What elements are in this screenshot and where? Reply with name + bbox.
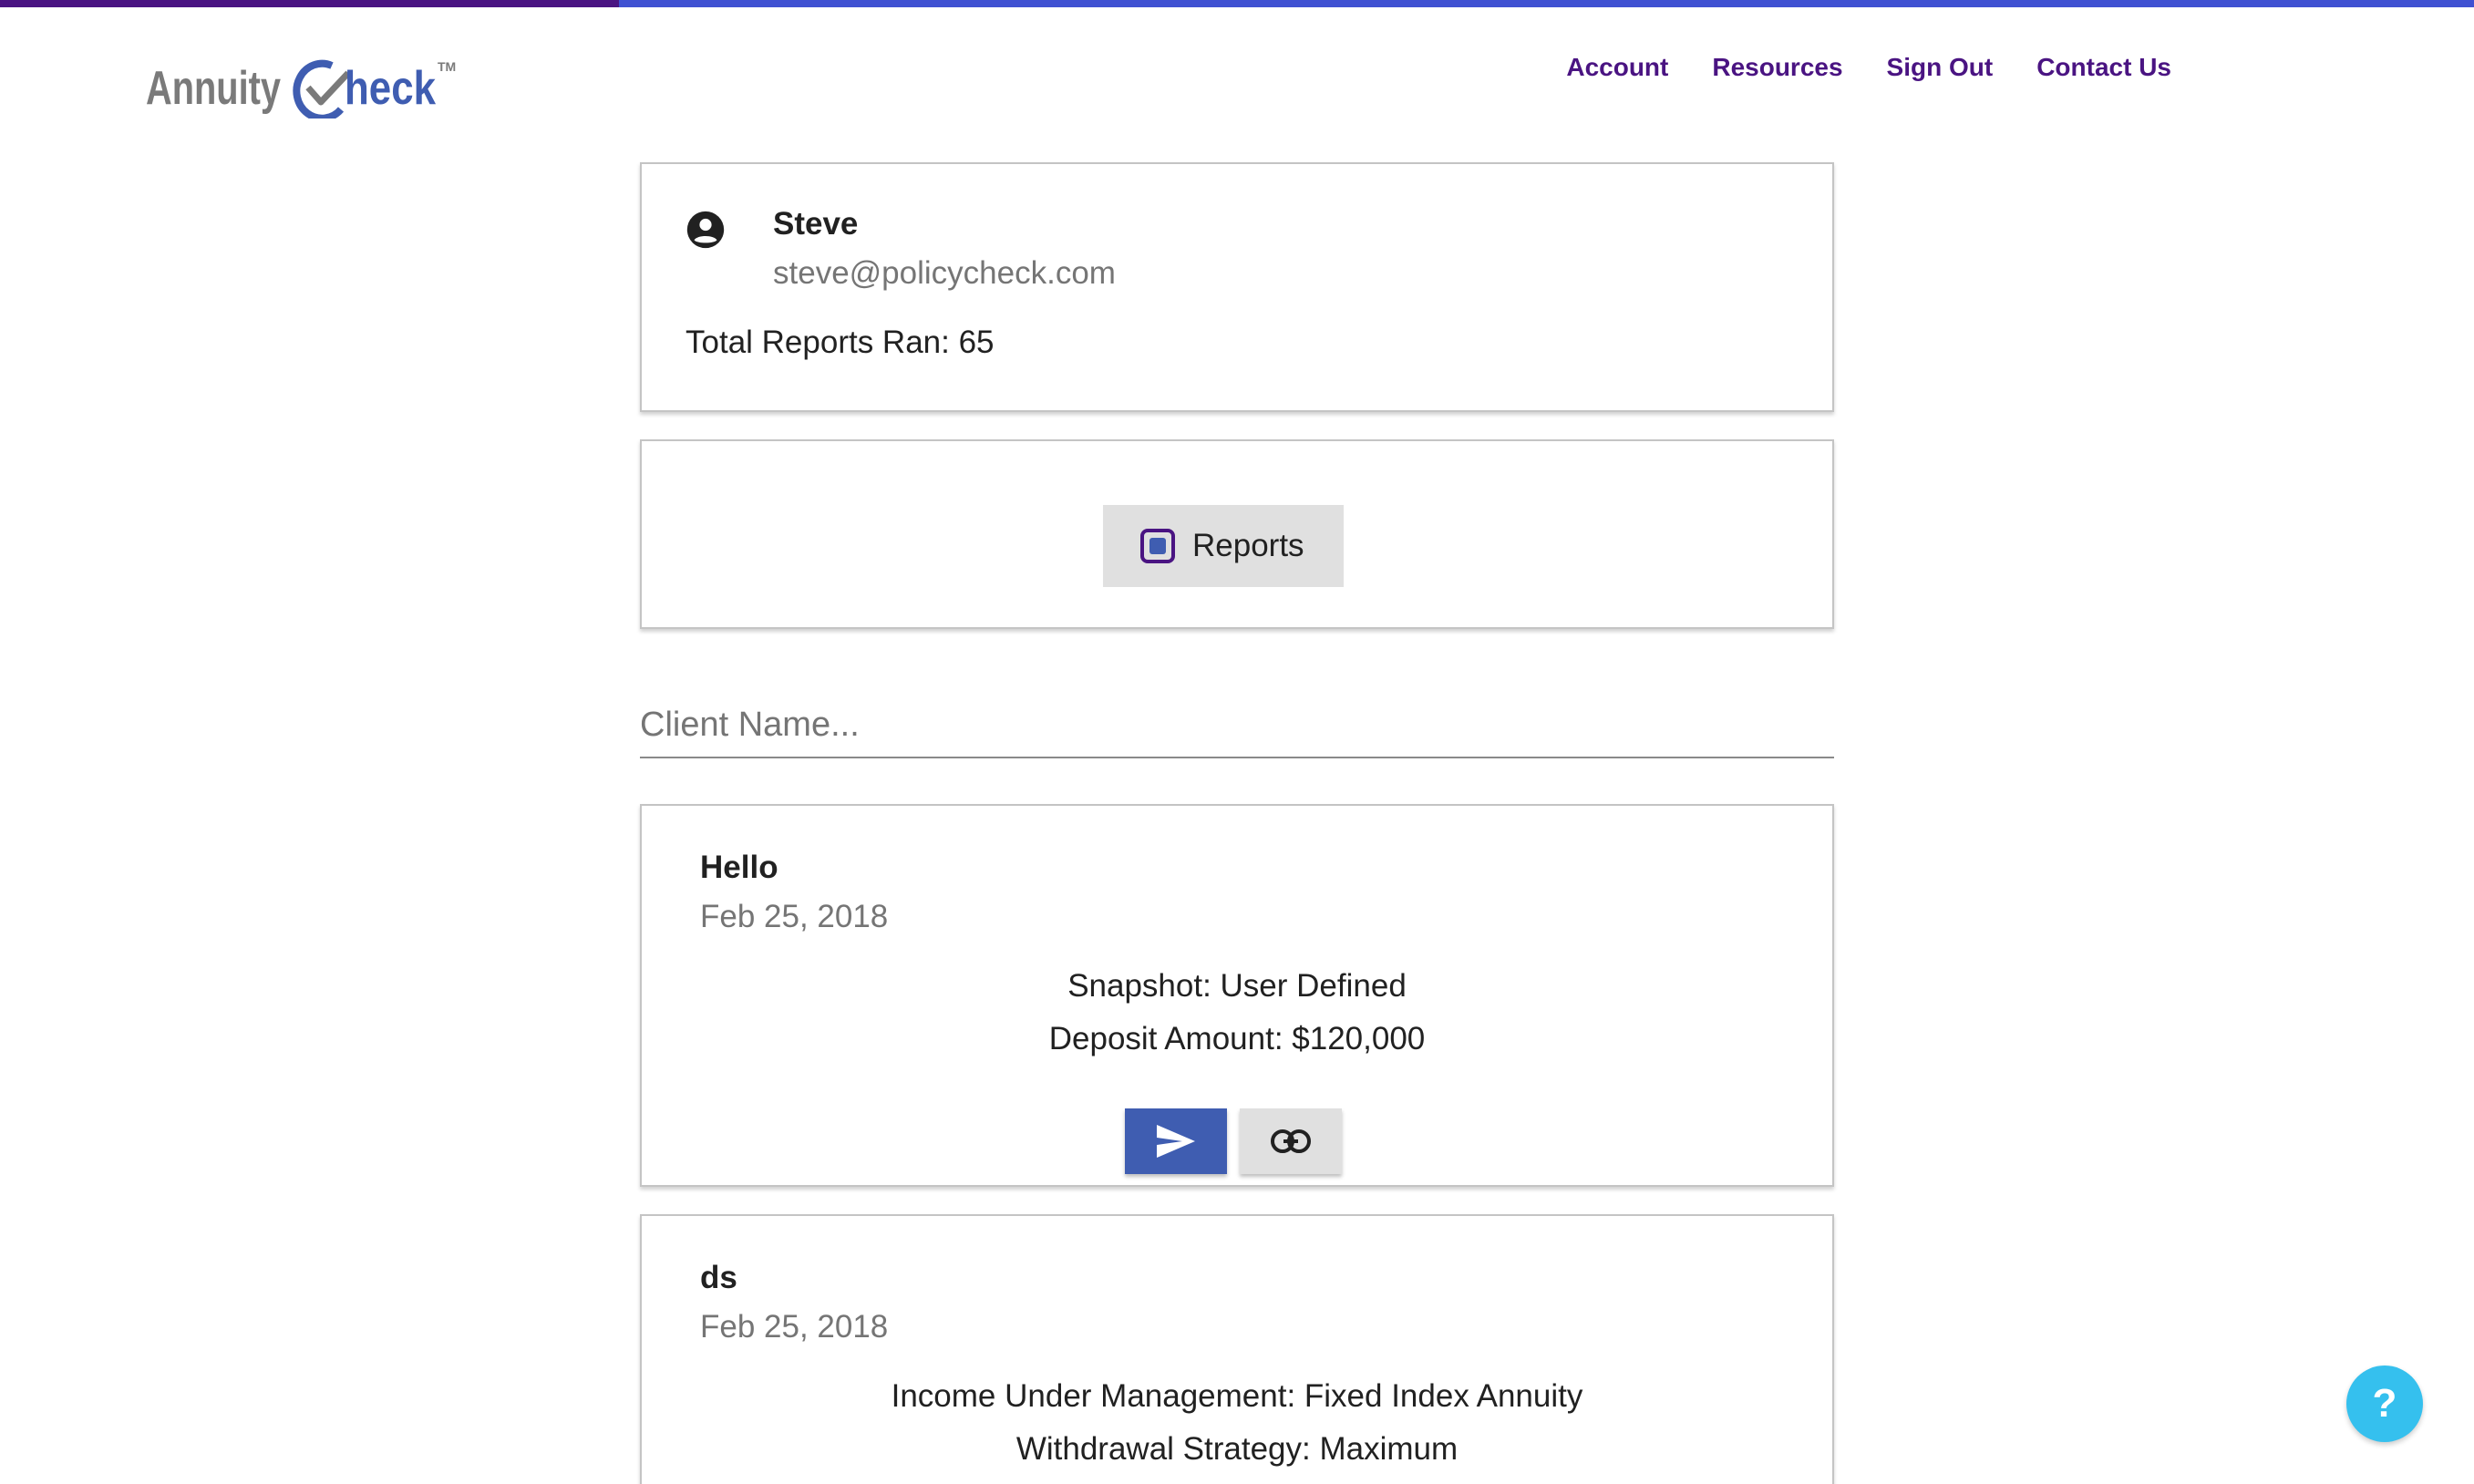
logo-text-heck: heck — [345, 62, 436, 115]
nav-sign-out-link[interactable]: Sign Out — [1887, 51, 1994, 84]
progress-bar-fill — [0, 0, 619, 7]
nav-contact-us-link[interactable]: Contact Us — [2036, 51, 2171, 84]
annuitycheck-logo[interactable]: Annuity heck TM — [146, 46, 456, 119]
report-client-name: ds — [700, 1260, 737, 1295]
nav-account-link[interactable]: Account — [1566, 51, 1668, 84]
report-detail-income: Income Under Management: Fixed Index Ann… — [891, 1378, 1583, 1414]
reports-toggle-button[interactable]: Reports — [1103, 505, 1344, 587]
page: Annuity heck TM Account Resources Sign O… — [0, 0, 2474, 1484]
report-client-name: Hello — [700, 850, 778, 885]
help-button[interactable]: ? — [2346, 1365, 2423, 1442]
copy-link-button[interactable] — [1240, 1108, 1342, 1174]
profile-name: Steve — [773, 206, 859, 242]
progress-bar — [0, 0, 2474, 7]
logo-checkmark-icon — [305, 70, 351, 106]
profile-email: steve@policycheck.com — [773, 255, 1116, 291]
total-reports-count: Total Reports Ran: 65 — [686, 325, 995, 360]
logo-trademark: TM — [438, 59, 456, 74]
reports-toggle-label: Reports — [1192, 528, 1304, 563]
send-icon — [1157, 1125, 1195, 1158]
report-date: Feb 25, 2018 — [700, 899, 889, 934]
help-icon: ? — [2372, 1381, 2397, 1426]
report-date: Feb 25, 2018 — [700, 1309, 889, 1345]
report-detail-deposit: Deposit Amount: $120,000 — [1048, 1021, 1426, 1056]
report-card: Hello Feb 25, 2018 Snapshot: User Define… — [640, 804, 1834, 1187]
account-circle-icon — [686, 211, 725, 249]
send-report-button[interactable] — [1125, 1108, 1227, 1174]
top-nav: Account Resources Sign Out Contact Us — [1566, 51, 2171, 84]
link-icon — [1271, 1129, 1311, 1153]
client-name-search-input[interactable] — [640, 693, 1834, 758]
profile-card: Steve steve@policycheck.com Total Report… — [640, 162, 1834, 412]
logo-text-annuity: Annuity — [146, 62, 281, 115]
checkbox-square-icon — [1140, 529, 1175, 563]
report-card: ds Feb 25, 2018 Income Under Management:… — [640, 1214, 1834, 1484]
report-detail-snapshot: Snapshot: User Defined — [1067, 968, 1407, 1004]
nav-resources-link[interactable]: Resources — [1712, 51, 1842, 84]
reports-filter-card: Reports — [640, 439, 1834, 629]
report-detail-withdrawal: Withdrawal Strategy: Maximum — [1015, 1431, 1459, 1467]
